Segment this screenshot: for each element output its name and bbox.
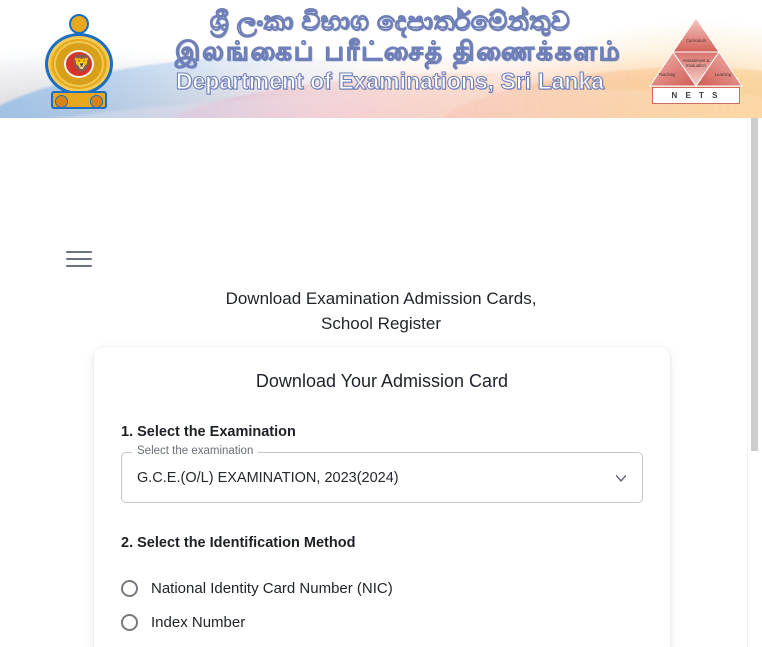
examination-select[interactable]: Select the examination G.C.E.(O/L) EXAMI… [121,445,643,503]
emblem-base [51,91,107,109]
radio-option-index-number[interactable]: Index Number [121,605,670,639]
radio-label-nic: National Identity Card Number (NIC) [151,579,393,597]
chevron-down-icon[interactable] [612,452,630,503]
page-title: Download Examination Admission Cards, Sc… [0,286,762,336]
radio-circle-icon-nic[interactable] [121,579,138,597]
banner-title-english: Department of Examinations, Sri Lanka [175,68,605,95]
nets-text-learning: Learning [714,72,732,77]
identification-method-radio-group: National Identity Card Number (NIC) Inde… [121,571,670,639]
national-emblem-icon: 🦁 [43,11,115,109]
nets-logo-icon: Curriculum Assessment & Evaluation Teach… [649,12,743,104]
hamburger-line-2 [66,258,92,260]
step2-heading: 2. Select the Identification Method [121,535,356,551]
hamburger-line-1 [66,251,92,253]
nets-acronym-label: N E T S [652,87,740,104]
examination-select-value: G.C.E.(O/L) EXAMINATION, 2023(2024) [137,469,399,486]
site-banner: 🦁 ශ්‍රී ලංකා විභාග දෙපාර්තමේන්තුව இலங்கை… [0,0,762,118]
nets-text-teaching: Teaching [658,72,676,77]
page-content: Download Examination Admission Cards, Sc… [0,118,762,647]
banner-title-sinhala: ශ්‍රී ලංකා විභාග දෙපාර්තමේන්තුව [209,6,571,37]
admission-card-panel: Download Your Admission Card 1. Select t… [94,347,670,647]
page-scrollbar-thumb[interactable] [751,118,758,451]
step1-heading: 1. Select the Examination [121,424,296,440]
nets-text-curriculum: Curriculum [685,38,707,43]
radio-circle-icon-index-number[interactable] [121,613,138,631]
page-root: 🦁 ශ්‍රී ලංකා විභාග දෙපාර්තමේන්තුව இலங்கை… [0,0,762,647]
emblem-finial [69,14,89,34]
radio-label-index-number: Index Number [151,613,246,631]
emblem-lion-icon: 🦁 [71,54,93,73]
radio-option-nic[interactable]: National Identity Card Number (NIC) [121,571,670,605]
hamburger-line-3 [66,265,92,267]
banner-title-tamil: இலங்கைப் பரீட்சைத் திணைக்களம் [175,36,622,67]
banner-titles: ශ්‍රී ලංකා විභාග දෙපාර්තමේන්තුව இலங்கைப்… [175,6,622,96]
page-title-line-2: School Register [320,314,441,333]
page-title-line-1: Download Examination Admission Cards, [225,289,537,308]
card-title: Download Your Admission Card [255,371,509,391]
nets-text-assessment: Assessment & Evaluation [682,58,710,68]
hamburger-menu-icon[interactable] [66,249,92,269]
